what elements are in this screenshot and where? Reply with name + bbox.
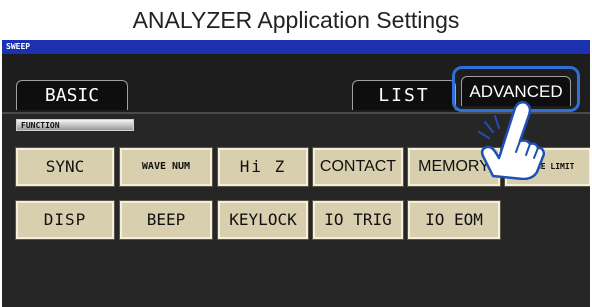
function-section-label: FUNCTION bbox=[16, 119, 134, 131]
wave-num-button[interactable]: WAVE NUM bbox=[119, 147, 213, 187]
page-title: ANALYZER Application Settings bbox=[0, 0, 592, 40]
io-trig-button[interactable]: IO TRIG bbox=[312, 200, 404, 240]
mode-indicator: SWEEP bbox=[2, 40, 590, 54]
io-eom-button[interactable]: IO EOM bbox=[407, 200, 501, 240]
hand-pointer-icon bbox=[478, 100, 545, 180]
beep-button[interactable]: BEEP bbox=[119, 200, 213, 240]
disp-button[interactable]: DISP bbox=[15, 200, 115, 240]
contact-button[interactable]: CONTACT bbox=[312, 147, 404, 187]
tab-list[interactable]: LIST bbox=[352, 80, 456, 110]
hi-z-button[interactable]: Hi Z bbox=[217, 147, 309, 187]
keylock-button[interactable]: KEYLOCK bbox=[217, 200, 309, 240]
tab-basic[interactable]: BASIC bbox=[16, 80, 128, 110]
sync-button[interactable]: SYNC bbox=[15, 147, 115, 187]
settings-figure: ANALYZER Application Settings SWEEP BASI… bbox=[0, 0, 592, 307]
